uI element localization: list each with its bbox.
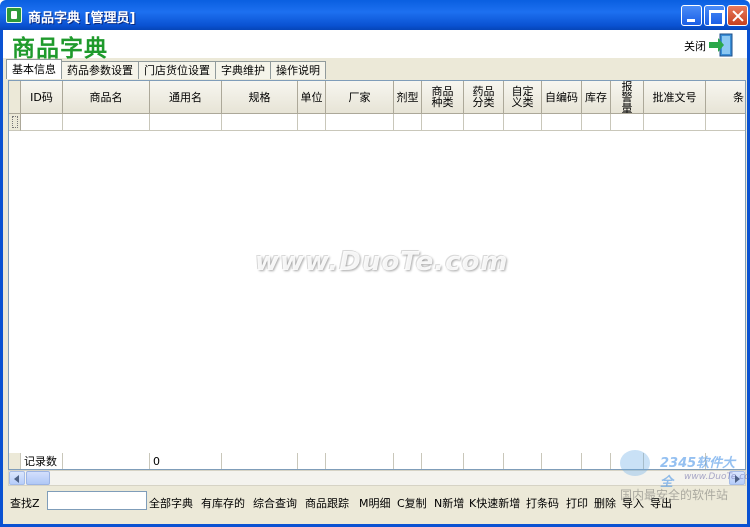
find-input[interactable]: [47, 491, 147, 510]
column-header-product-name[interactable]: 商品名: [63, 81, 150, 114]
cell-alert-qty[interactable]: [611, 114, 644, 131]
page-title: 商品字典: [12, 36, 108, 62]
cell-spec[interactable]: [222, 114, 298, 131]
footer-cell: [464, 453, 504, 469]
cell-approval-no[interactable]: [644, 114, 706, 131]
cell-custom-category[interactable]: [504, 114, 542, 131]
footer-cell: [542, 453, 582, 469]
cell-generic-name[interactable]: [150, 114, 222, 131]
quick-new-button[interactable]: K快速新增: [469, 495, 520, 511]
column-header-drug-category[interactable]: 药品分类: [464, 81, 504, 114]
close-label[interactable]: 关闭: [684, 38, 706, 54]
center-watermark: www.DuoTe.com: [255, 247, 509, 277]
corner-watermark-site: www.DuoTe.com: [684, 472, 750, 482]
tab-instructions[interactable]: 操作说明: [271, 61, 326, 79]
tab-drug-params[interactable]: 药品参数设置: [62, 61, 139, 79]
column-header-manufacturer[interactable]: 厂家: [326, 81, 394, 114]
cell-manufacturer[interactable]: [326, 114, 394, 131]
footer-cell: [394, 453, 422, 469]
tab-bar: 基本信息 药品参数设置 门店货位设置 字典维护 操作说明: [6, 59, 326, 79]
corner-watermark-logo: 2345软件大全: [660, 456, 736, 490]
product-tracking-button[interactable]: 商品跟踪: [305, 495, 349, 511]
corner-watermark: 2345软件大全 www.DuoTe.com 国内最安全的软件站: [612, 448, 750, 510]
cell-unit[interactable]: [298, 114, 326, 131]
column-header-custom-category[interactable]: 自定义类: [504, 81, 542, 114]
all-dictionary-button[interactable]: 全部字典: [149, 495, 193, 511]
cell-product-name[interactable]: [63, 114, 150, 131]
column-header-dosage-form[interactable]: 剂型: [394, 81, 422, 114]
footer-indicator: [9, 453, 21, 469]
minimize-button[interactable]: [681, 5, 702, 26]
in-stock-button[interactable]: 有库存的: [201, 495, 245, 511]
print-button[interactable]: 打印: [566, 495, 588, 511]
scroll-left-arrow-icon[interactable]: [9, 471, 25, 485]
find-label: 查找Z: [10, 497, 40, 510]
cell-barcode[interactable]: [706, 114, 745, 131]
header-indicator: [9, 81, 21, 114]
cell-stock[interactable]: [582, 114, 611, 131]
cell-custom-code[interactable]: [542, 114, 582, 131]
cell-id[interactable]: [21, 114, 63, 131]
corner-watermark-slogan: 国内最安全的软件站: [620, 488, 729, 502]
detail-button[interactable]: M明细: [359, 495, 391, 511]
column-header-stock[interactable]: 库存: [582, 81, 611, 114]
cell-drug-category[interactable]: [464, 114, 504, 131]
footer-cell: [504, 453, 542, 469]
cell-dosage-form[interactable]: [394, 114, 422, 131]
footer-cell: [63, 453, 150, 469]
close-window-button[interactable]: [727, 5, 748, 26]
column-header-approval-no[interactable]: 批准文号: [644, 81, 706, 114]
row-indicator: [9, 114, 21, 131]
new-button[interactable]: N新增: [434, 495, 464, 511]
footer-cell: [298, 453, 326, 469]
column-header-custom-code[interactable]: 自编码: [542, 81, 582, 114]
exit-door-icon[interactable]: [707, 32, 735, 58]
column-header-barcode[interactable]: 条: [706, 81, 745, 114]
footer-cell: [222, 453, 298, 469]
tab-basic-info[interactable]: 基本信息: [6, 59, 62, 79]
bird-logo-icon: [620, 450, 650, 476]
scroll-thumb[interactable]: [26, 471, 50, 485]
column-header-spec[interactable]: 规格: [222, 81, 298, 114]
footer-cell: [326, 453, 394, 469]
print-barcode-button[interactable]: 打条码: [526, 495, 559, 511]
combined-query-button[interactable]: 综合查询: [253, 495, 297, 511]
app-icon: [6, 7, 22, 23]
column-header-id[interactable]: ID码: [21, 81, 63, 114]
window-title: 商品字典 [管理员]: [28, 11, 136, 26]
title-bar[interactable]: 商品字典 [管理员]: [0, 0, 750, 30]
column-header-product-type[interactable]: 商品种类: [422, 81, 464, 114]
cell-product-type[interactable]: [422, 114, 464, 131]
footer-cell: [582, 453, 611, 469]
column-header-generic-name[interactable]: 通用名: [150, 81, 222, 114]
header-band: [3, 30, 747, 58]
maximize-button[interactable]: [704, 5, 725, 26]
record-count-value: 0: [150, 453, 222, 469]
copy-button[interactable]: C复制: [397, 495, 427, 511]
footer-cell: [422, 453, 464, 469]
record-count-label: 记录数: [21, 453, 63, 469]
column-header-alert-qty[interactable]: 报警量: [611, 81, 644, 114]
tab-store-location[interactable]: 门店货位设置: [139, 61, 216, 79]
tab-dictionary-maintenance[interactable]: 字典维护: [216, 61, 271, 79]
column-header-unit[interactable]: 单位: [298, 81, 326, 114]
